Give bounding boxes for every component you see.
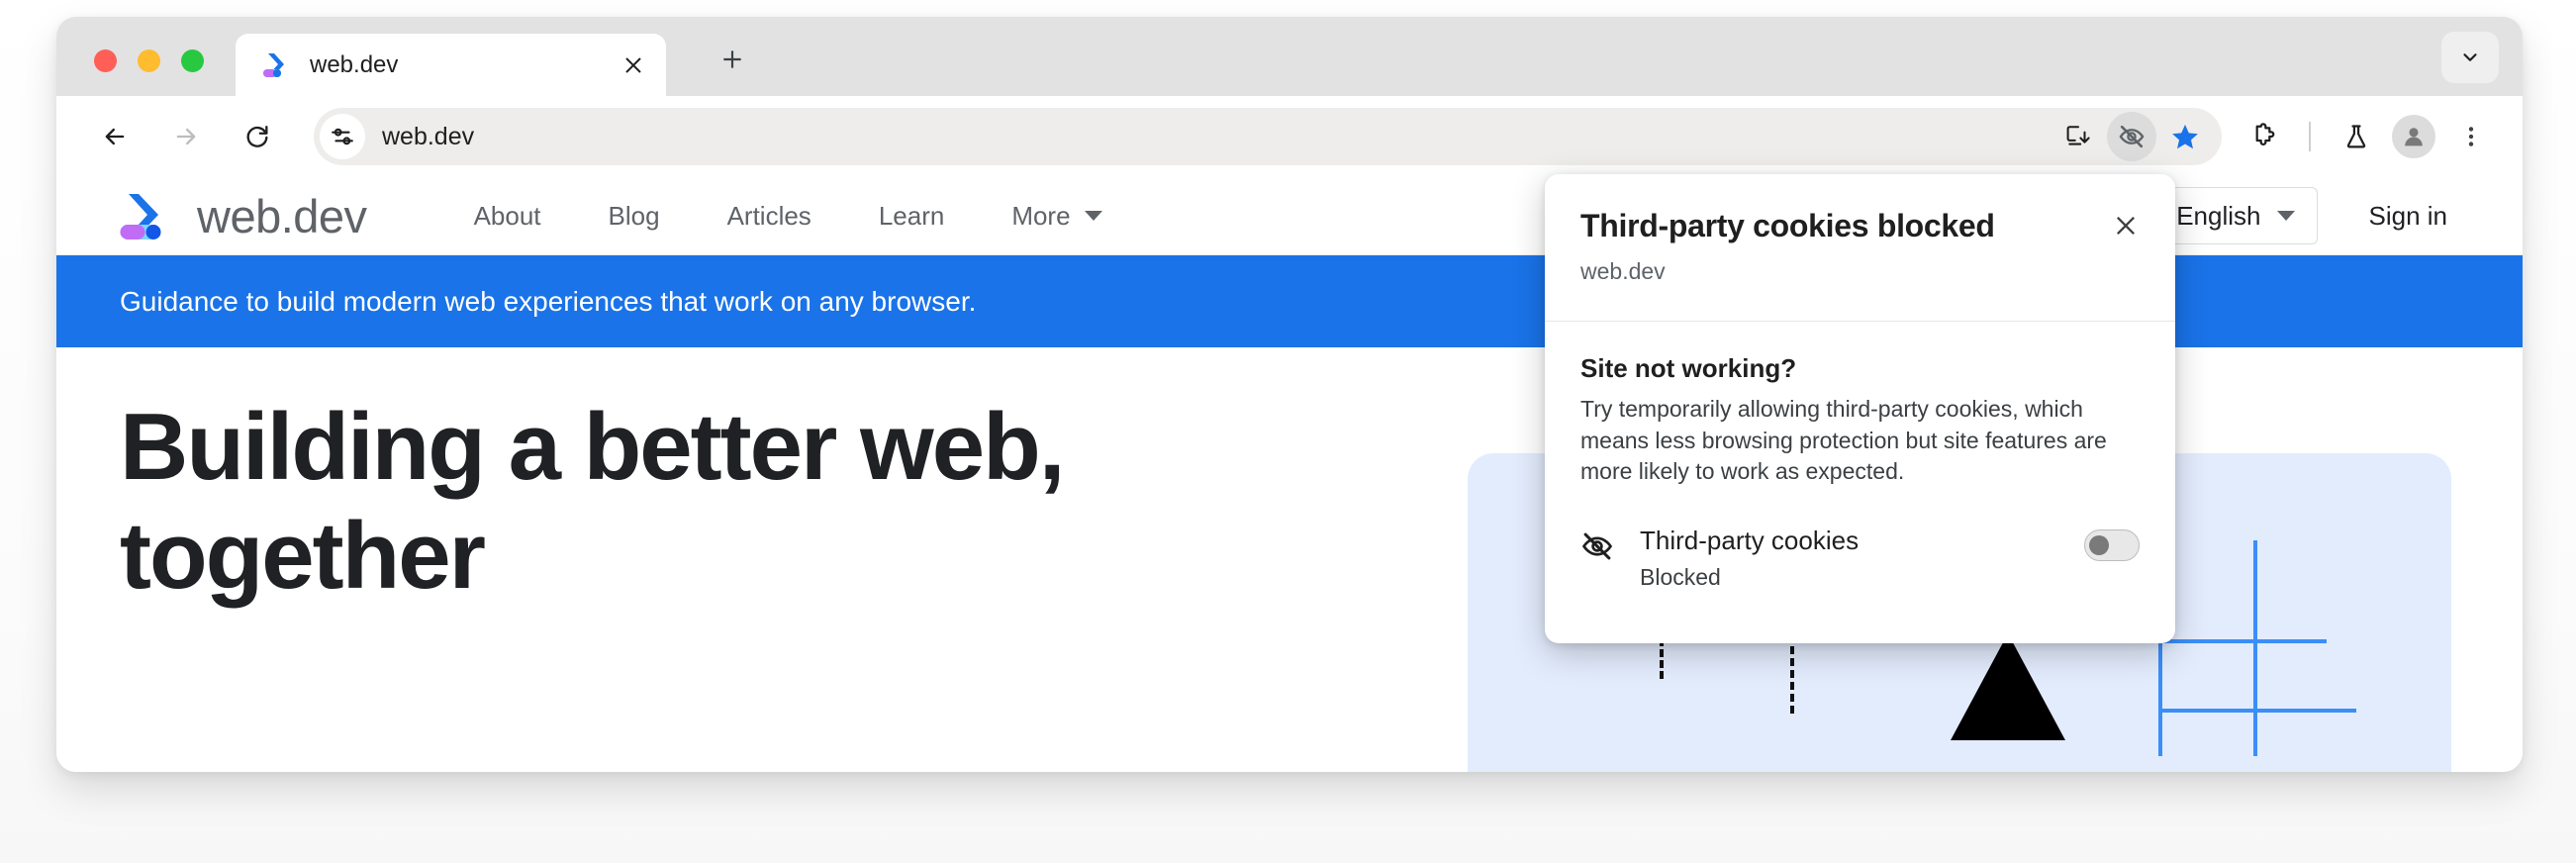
profile-avatar-icon[interactable] [2386,109,2441,164]
close-icon[interactable] [2102,202,2149,249]
nav-item-label: Learn [878,200,945,231]
avatar [2392,115,2435,158]
close-tab-icon[interactable] [615,47,652,84]
site-brand-name: web.dev [197,189,367,242]
webdev-logo-icon [120,190,175,241]
site-header-right: English Sign in [2153,187,2483,244]
popup-subtitle: web.dev [1580,258,1666,284]
site-settings-tune-icon[interactable] [320,114,365,159]
window-traffic-lights [94,49,204,72]
illustration-grid-line [2253,540,2257,756]
popup-section-title: Site not working? [1580,353,1797,383]
sign-in-link[interactable]: Sign in [2318,201,2484,232]
language-selector[interactable]: English [2153,187,2318,244]
illustration-triangle-icon [1951,633,2065,740]
bookmark-star-icon[interactable] [2160,112,2210,161]
eye-off-icon [1580,526,1618,563]
reload-icon[interactable] [229,108,286,165]
nav-item-label: Blog [608,200,660,231]
popup-header: Third-party cookies blocked web.dev [1545,174,2175,285]
illustration-grid-line [2158,709,2356,713]
popup-body: Site not working? Try temporarily allowi… [1545,322,2175,488]
language-selector-label: English [2176,200,2261,231]
nav-item-more[interactable]: More [978,201,1135,232]
close-window-button[interactable] [94,49,117,72]
site-banner-text: Guidance to build modern web experiences… [120,285,977,317]
webdev-logo-icon [263,50,293,80]
address-bar[interactable]: web.dev [314,108,2222,165]
tab-strip: web.dev [56,17,2523,96]
third-party-cookies-row: Third-party cookies Blocked [1545,488,2175,591]
popup-title: Third-party cookies blocked [1580,208,1995,243]
browser-toolbar: web.dev [56,96,2523,177]
address-bar-url[interactable]: web.dev [382,123,474,151]
nav-item-articles[interactable]: Articles [694,201,845,232]
extensions-puzzle-icon[interactable] [2236,109,2291,164]
site-nav: About Blog Articles Learn More [440,201,1136,232]
chevron-down-icon[interactable] [2441,32,2499,83]
page-title: Building a better web, together [120,394,1065,610]
toolbar-right-icons [2236,109,2499,164]
third-party-cookies-text: Third-party cookies Blocked [1640,526,2084,591]
third-party-cookies-popup: Third-party cookies blocked web.dev Site… [1545,174,2175,643]
chevron-down-icon [2276,211,2295,221]
nav-item-label: About [473,200,541,231]
tab-title: web.dev [310,50,399,78]
third-party-cookies-toggle[interactable] [2084,529,2140,562]
nav-item-about[interactable]: About [440,201,575,232]
third-party-cookies-status: Blocked [1640,564,1721,591]
omnibox-actions [2053,112,2222,161]
third-party-cookies-blocked-eye-off-icon[interactable] [2107,112,2156,161]
labs-flask-icon[interactable] [2329,109,2384,164]
nav-item-label: Articles [726,200,811,231]
nav-item-label: More [1011,200,1071,231]
popup-section-text: Try temporarily allowing third-party coo… [1580,396,2107,485]
new-tab-button[interactable] [710,37,755,82]
site-brand[interactable]: web.dev [120,189,367,243]
maximize-window-button[interactable] [181,49,204,72]
back-arrow-icon[interactable] [86,108,143,165]
nav-item-blog[interactable]: Blog [575,201,694,232]
chevron-down-icon [1084,211,1102,221]
nav-item-learn[interactable]: Learn [845,201,979,232]
browser-tab[interactable]: web.dev [236,34,666,96]
minimize-window-button[interactable] [138,49,160,72]
forward-arrow-icon[interactable] [157,108,215,165]
chrome-menu-kebab-icon[interactable] [2443,109,2499,164]
install-app-icon[interactable] [2053,112,2103,161]
third-party-cookies-label: Third-party cookies [1640,526,1860,556]
toolbar-divider [2309,122,2311,151]
toggle-knob [2089,535,2109,556]
